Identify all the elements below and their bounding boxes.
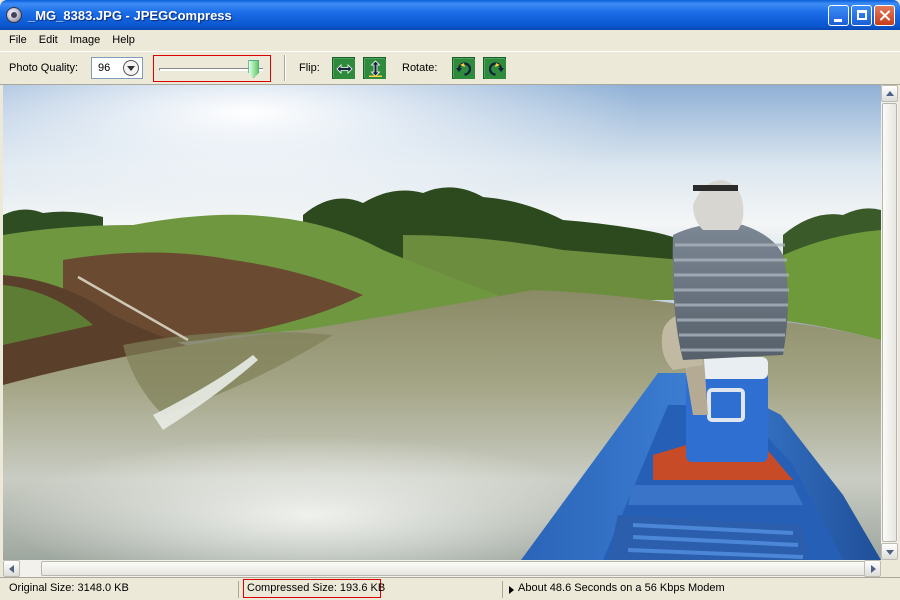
vertical-scrollbar[interactable] <box>881 85 898 560</box>
menu-bar: File Edit Image Help <box>0 30 900 50</box>
flip-vertical-button[interactable] <box>363 57 386 79</box>
scroll-right-button[interactable] <box>864 560 881 577</box>
maximize-icon <box>857 10 867 20</box>
horizontal-scrollbar[interactable] <box>3 560 881 577</box>
modem-time: About 48.6 Seconds on a 56 Kbps Modem <box>518 582 725 594</box>
chevron-down-icon[interactable] <box>123 60 139 76</box>
vertical-scroll-thumb[interactable] <box>882 103 897 542</box>
minimize-button[interactable] <box>828 5 849 26</box>
photo-quality-value: 96 <box>98 62 111 74</box>
quality-slider-thumb[interactable] <box>248 60 260 78</box>
play-icon <box>509 586 514 594</box>
flip-vertical-icon <box>365 59 386 79</box>
horizontal-scroll-thumb[interactable] <box>41 561 873 576</box>
image-canvas[interactable] <box>3 85 881 560</box>
photo-preview <box>3 85 881 560</box>
status-bar: Original Size: 3148.0 KB Compressed Size… <box>0 577 900 600</box>
status-separator <box>502 581 503 598</box>
minimize-icon <box>834 19 842 22</box>
maximize-button[interactable] <box>851 5 872 26</box>
chevron-left-icon <box>9 565 14 573</box>
window-title: _MG_8383.JPG - JPEGCompress <box>28 7 232 23</box>
rotate-left-icon <box>454 59 475 79</box>
chevron-right-icon <box>871 565 876 573</box>
menu-file[interactable]: File <box>3 34 33 46</box>
rotate-right-button[interactable] <box>483 57 506 79</box>
compressed-size: Compressed Size: 193.6 KB <box>247 582 386 594</box>
chevron-up-icon <box>886 91 894 96</box>
app-icon[interactable] <box>6 7 22 23</box>
rotate-right-icon <box>485 59 506 79</box>
menu-help[interactable]: Help <box>106 34 141 46</box>
scroll-up-button[interactable] <box>881 85 898 102</box>
quality-slider-highlight <box>153 55 271 82</box>
scroll-down-button[interactable] <box>881 543 898 560</box>
quality-slider-track[interactable] <box>159 68 263 71</box>
flip-horizontal-icon <box>334 59 355 79</box>
menu-image[interactable]: Image <box>64 34 107 46</box>
chevron-down-icon <box>886 550 894 555</box>
window-controls <box>828 5 895 26</box>
toolbar-separator <box>284 55 286 81</box>
flip-label: Flip: <box>299 62 320 74</box>
rotate-label: Rotate: <box>402 62 438 74</box>
photo-quality-label: Photo Quality: <box>9 62 79 74</box>
original-size: Original Size: 3148.0 KB <box>9 582 129 594</box>
title-bar[interactable]: _MG_8383.JPG - JPEGCompress <box>0 0 900 30</box>
close-button[interactable] <box>874 5 895 26</box>
flip-horizontal-button[interactable] <box>332 57 355 79</box>
scroll-left-button[interactable] <box>3 560 20 577</box>
menu-edit[interactable]: Edit <box>33 34 64 46</box>
status-separator <box>238 581 239 598</box>
rotate-left-button[interactable] <box>452 57 475 79</box>
